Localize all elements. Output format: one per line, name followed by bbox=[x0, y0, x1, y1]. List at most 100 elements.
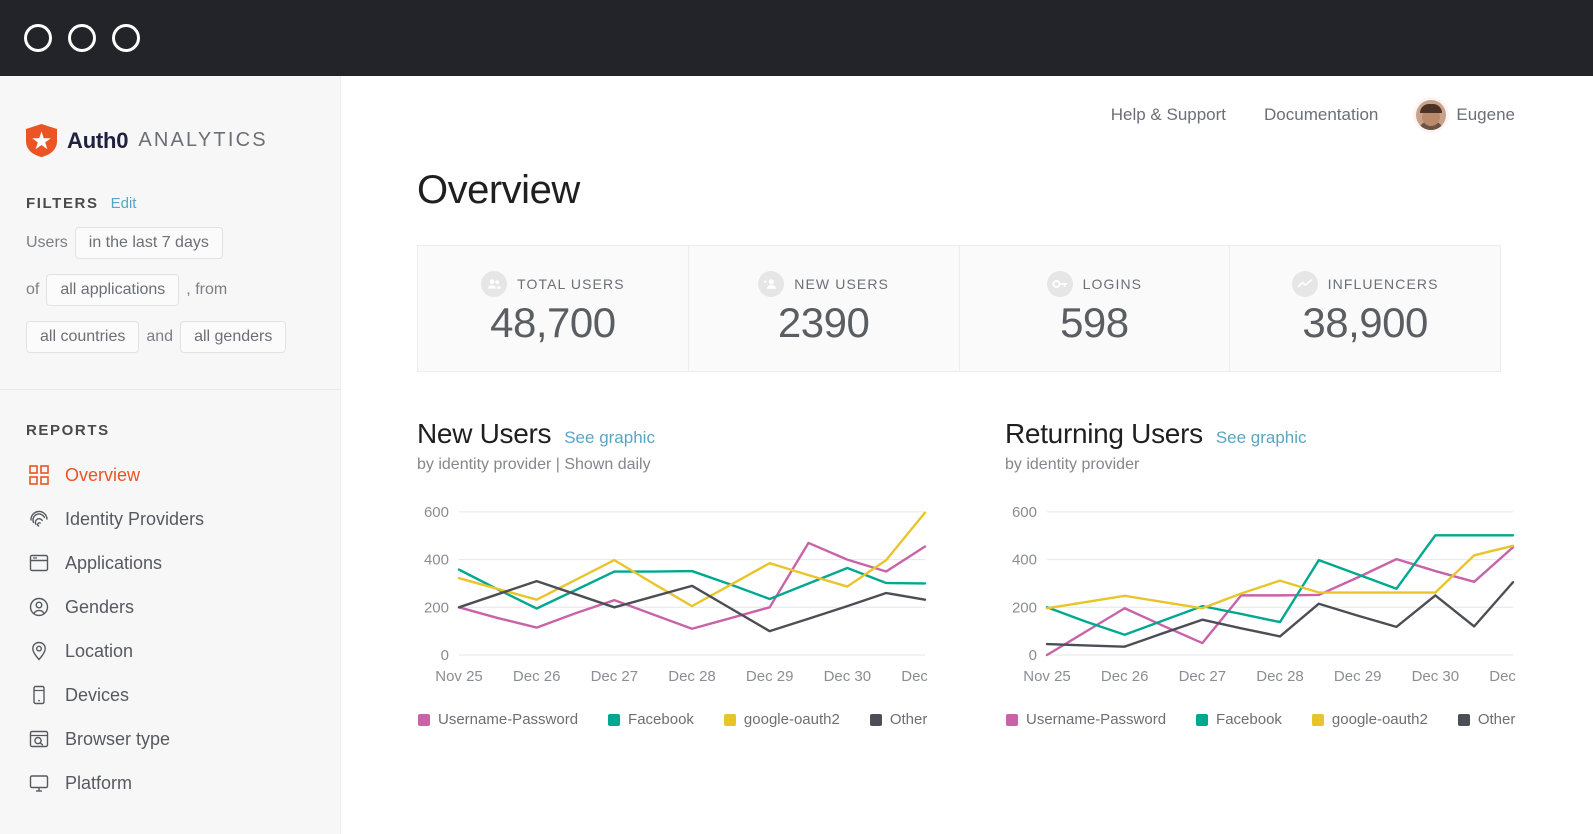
kpi-header: TOTAL USERS bbox=[481, 270, 625, 297]
chart-returning-users: Returning Users See graphic by identity … bbox=[1005, 418, 1545, 728]
kpi-card-logins: LOGINS 598 bbox=[960, 246, 1231, 371]
documentation-link[interactable]: Documentation bbox=[1264, 105, 1378, 125]
sidebar: Auth0 ANALYTICS FILTERS Edit Users in th… bbox=[0, 76, 341, 834]
sidebar-item-label: Location bbox=[65, 640, 134, 661]
filter-label-from: , from bbox=[186, 281, 228, 298]
sidebar-item-label: Applications bbox=[65, 552, 163, 573]
window-controls bbox=[24, 24, 140, 52]
sidebar-item-label: Genders bbox=[65, 596, 135, 617]
series-line bbox=[1045, 581, 1515, 648]
filter-pill-date-range[interactable]: in the last 7 days bbox=[74, 227, 223, 259]
kpi-value: 2390 bbox=[777, 298, 870, 346]
legend-item[interactable]: Facebook bbox=[1196, 711, 1282, 728]
legend-item[interactable]: google-oauth2 bbox=[1311, 711, 1428, 728]
kpi-card-total-users: TOTAL USERS 48,700 bbox=[418, 246, 689, 371]
y-axis-tick: 600 bbox=[1012, 504, 1037, 521]
legend-item[interactable]: Username-Password bbox=[418, 711, 578, 728]
legend-item[interactable]: Other bbox=[869, 711, 928, 728]
sidebar-item-identity-providers[interactable]: Identity Providers bbox=[0, 497, 340, 541]
x-axis-tick: Dec 27 bbox=[1179, 668, 1227, 685]
filters-edit-link[interactable]: Edit bbox=[111, 195, 137, 212]
x-axis-tick: Dec 31 bbox=[901, 668, 927, 685]
filter-pill-applications[interactable]: all applications bbox=[46, 274, 180, 306]
kpi-header: INFLUENCERS bbox=[1291, 270, 1439, 297]
y-axis-tick: 0 bbox=[1029, 647, 1037, 664]
filter-line-apps: of all applications , from bbox=[26, 274, 314, 306]
x-axis-tick: Dec 29 bbox=[746, 668, 794, 685]
filters-header: FILTERS Edit bbox=[26, 195, 314, 212]
y-axis-tick: 600 bbox=[424, 504, 449, 521]
chart-plot-area[interactable]: 0 200 400 600 Nov 25 Dec 26 Dec 27 Dec 28 Dec 29… bbox=[1005, 492, 1545, 697]
sidebar-item-label: Devices bbox=[65, 684, 130, 705]
main-content: Help & Support Documentation Eugene Over… bbox=[341, 76, 1593, 834]
filters-title: FILTERS bbox=[26, 195, 99, 212]
sidebar-item-overview[interactable]: Overview bbox=[0, 453, 340, 497]
legend-label: google-oauth2 bbox=[1331, 711, 1428, 728]
sidebar-item-applications[interactable]: Applications bbox=[0, 541, 340, 585]
x-axis-tick: Nov 25 bbox=[1023, 668, 1071, 685]
chart-legend: Username-Password Facebook google-oauth2 Ot… bbox=[1005, 711, 1545, 728]
legend-swatch-icon bbox=[869, 713, 882, 726]
sidebar-item-label: Overview bbox=[65, 464, 141, 485]
kpi-label: INFLUENCERS bbox=[1327, 275, 1439, 292]
x-axis-tick: Dec 29 bbox=[1334, 668, 1382, 685]
sidebar-item-location[interactable]: Location bbox=[0, 629, 340, 673]
window-icon bbox=[29, 554, 49, 572]
chart-plot-area[interactable]: 0 200 400 600 Nov 25 Dec 26 Dec 27 Dec 28 Dec 29… bbox=[417, 492, 957, 697]
legend-item[interactable]: google-oauth2 bbox=[723, 711, 840, 728]
legend-item[interactable]: Other bbox=[1457, 711, 1515, 728]
legend-label: Facebook bbox=[628, 711, 694, 728]
legend-item[interactable]: Username-Password bbox=[1006, 711, 1166, 728]
kpi-value: 48,700 bbox=[490, 298, 616, 346]
charts-row: New Users See graphic by identity provid… bbox=[341, 418, 1593, 728]
y-axis-tick: 0 bbox=[441, 647, 449, 664]
chart-header: New Users See graphic bbox=[417, 418, 957, 450]
kpi-card-new-users: NEW USERS 2390 bbox=[689, 246, 960, 371]
page-title: Overview bbox=[417, 168, 580, 212]
brand-logo-block[interactable]: Auth0 ANALYTICS bbox=[0, 76, 340, 157]
legend-swatch-icon bbox=[1311, 713, 1324, 726]
chart-subtitle: by identity provider | Shown daily bbox=[417, 456, 651, 473]
filter-pill-countries[interactable]: all countries bbox=[26, 321, 140, 353]
filter-label-of: of bbox=[26, 281, 40, 298]
sidebar-item-platform[interactable]: Platform bbox=[0, 761, 340, 805]
kpi-label: TOTAL USERS bbox=[517, 275, 625, 292]
user-name: Eugene bbox=[1456, 105, 1515, 124]
close-circle-icon[interactable] bbox=[24, 24, 52, 52]
legend-swatch-icon bbox=[723, 713, 736, 726]
filter-pill-genders[interactable]: all genders bbox=[180, 321, 287, 353]
legend-label: Other bbox=[889, 711, 928, 728]
help-support-link[interactable]: Help & Support bbox=[1111, 105, 1226, 125]
chart-header: Returning Users See graphic bbox=[1005, 418, 1545, 450]
reports-section-title: REPORTS bbox=[26, 422, 110, 439]
browser-search-icon bbox=[29, 730, 49, 748]
see-graphic-link[interactable]: See graphic bbox=[564, 428, 655, 448]
x-axis-tick: Dec 27 bbox=[591, 668, 639, 685]
kpi-label: NEW USERS bbox=[794, 275, 889, 292]
kpi-label: LOGINS bbox=[1082, 275, 1143, 292]
x-axis-tick: Dec 28 bbox=[668, 668, 716, 685]
group-users-icon bbox=[481, 270, 508, 297]
see-graphic-link[interactable]: See graphic bbox=[1216, 428, 1307, 448]
filter-line-users: Users in the last 7 days bbox=[26, 227, 314, 259]
minimize-circle-icon[interactable] bbox=[68, 24, 96, 52]
legend-label: Facebook bbox=[1216, 711, 1282, 728]
sidebar-item-genders[interactable]: Genders bbox=[0, 585, 340, 629]
line-chart-svg: 0 200 400 600 Nov 25 Dec 26 Dec 27 Dec 28 Dec 29… bbox=[1012, 504, 1515, 685]
kpi-header: NEW USERS bbox=[758, 270, 889, 297]
legend-swatch-icon bbox=[608, 713, 621, 726]
window-titlebar bbox=[0, 0, 1593, 76]
kpi-header: LOGINS bbox=[1046, 270, 1143, 297]
chart-subtitle: by identity provider bbox=[1005, 456, 1140, 473]
legend-swatch-icon bbox=[418, 713, 430, 726]
x-axis-tick: Dec 30 bbox=[1412, 668, 1460, 685]
maximize-circle-icon[interactable] bbox=[112, 24, 140, 52]
sidebar-item-devices[interactable]: Devices bbox=[0, 673, 340, 717]
kpi-strip: TOTAL USERS 48,700 NEW USERS 2390 LOGINS… bbox=[417, 245, 1501, 372]
legend-swatch-icon bbox=[1006, 713, 1018, 726]
legend-item[interactable]: Facebook bbox=[608, 711, 694, 728]
x-axis-tick: Dec 26 bbox=[1101, 668, 1149, 685]
user-menu[interactable]: Eugene bbox=[1416, 100, 1515, 130]
mobile-icon bbox=[33, 685, 45, 705]
sidebar-item-browser-type[interactable]: Browser type bbox=[0, 717, 340, 761]
